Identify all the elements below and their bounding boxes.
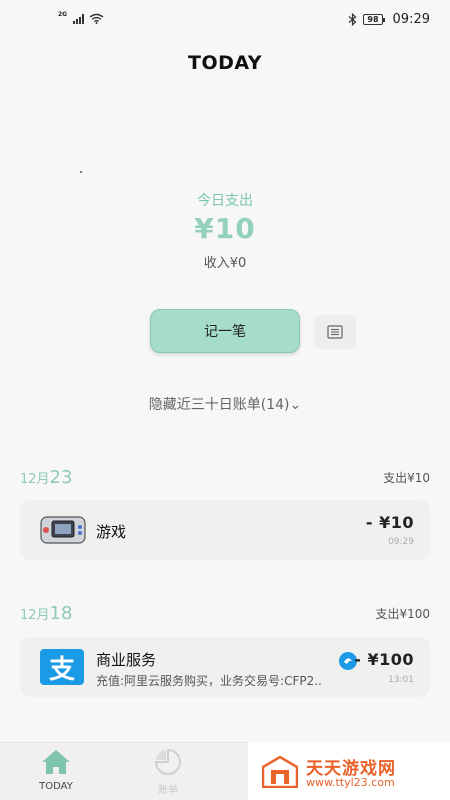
record-button[interactable]: 记一笔 (150, 309, 300, 353)
page-title: TODAY (187, 52, 263, 74)
tab-today[interactable]: TODAY (26, 749, 86, 792)
tab-bills-label: 账单 (158, 785, 178, 796)
status-bar: 2G 98 09:29 (0, 0, 450, 40)
transaction-amount: - ¥10 (365, 513, 414, 532)
battery-icon: 98 (363, 14, 385, 25)
date-header: 12月18 支出¥100 (20, 602, 430, 624)
transaction-time: 09:29 (388, 537, 414, 547)
decorative-dot (80, 171, 82, 173)
date-day: 23 (49, 467, 73, 488)
date-label: 12月23 (20, 467, 72, 488)
transaction-name: 商业服务 (96, 651, 157, 669)
today-income: 收入¥0 (203, 256, 247, 271)
watermark-url: www.ttyl23.com (306, 776, 395, 789)
list-icon (327, 325, 343, 339)
list-view-button[interactable] (314, 315, 356, 349)
pie-chart-icon (154, 748, 181, 775)
bluetooth-icon (349, 13, 357, 26)
watermark-logo (262, 756, 298, 788)
signal-icon (73, 14, 85, 24)
status-right: 98 09:29 (348, 12, 430, 27)
date-label: 12月18 (20, 603, 72, 624)
date-header: 12月23 支出¥10 (20, 466, 430, 488)
transaction-time: 13:01 (388, 675, 414, 685)
date-day: 18 (49, 603, 73, 624)
status-left: 2G (58, 11, 104, 24)
watermark-overlay: 天天游戏网 www.ttyl23.com (248, 742, 450, 800)
tab-bills[interactable]: 账单 (138, 748, 198, 796)
chevron-down-icon: ⌄ (289, 397, 302, 413)
game-controller-icon (40, 514, 86, 546)
transaction-name: 游戏 (96, 523, 127, 541)
day-total: 支出¥100 (375, 607, 430, 621)
alipay-icon: 支 (40, 649, 84, 685)
date-month: 12月 (20, 472, 50, 487)
day-total: 支出¥10 (383, 471, 430, 485)
record-button-label: 记一笔 (204, 324, 246, 340)
alipay-glyph: 支 (40, 649, 84, 685)
hide-history-label: 隐藏近三十日账单(14) (148, 397, 290, 413)
today-expense-label: 今日支出 (197, 193, 253, 209)
transaction-desc: 充值:阿里云服务购买，业务交易号:CFP2.. (96, 674, 322, 688)
tab-today-label: TODAY (39, 781, 73, 792)
today-expense-amount: ¥10 (194, 212, 256, 245)
transaction-amount: - ¥100 (354, 650, 414, 669)
home-icon (42, 750, 70, 774)
date-month: 12月 (20, 608, 50, 623)
network-type: 2G (58, 11, 68, 18)
transaction-item[interactable]: 游戏 - ¥10 09:29 (20, 500, 430, 560)
clock: 09:29 (392, 12, 430, 27)
hide-history-toggle[interactable]: 隐藏近三十日账单(14)⌄ (0, 394, 450, 414)
transaction-item[interactable]: 支 商业服务 - ¥100 充值:阿里云服务购买，业务交易号:CFP2.. 13… (20, 637, 430, 697)
wifi-icon (89, 13, 104, 24)
